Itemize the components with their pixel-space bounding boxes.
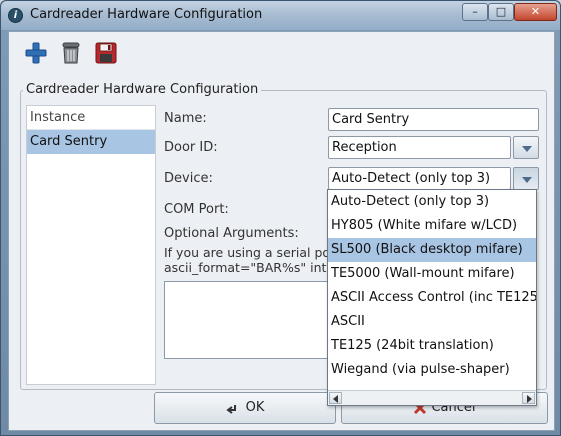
list-item[interactable]: Card Sentry bbox=[27, 130, 155, 154]
scroll-right-icon[interactable] bbox=[522, 392, 535, 404]
device-label: Device: bbox=[164, 171, 213, 186]
title-bar[interactable]: i Cardreader Hardware Configuration – □ … bbox=[1, 1, 560, 30]
floppy-disk-icon bbox=[95, 42, 117, 64]
dropdown-option[interactable]: ASCII bbox=[328, 310, 536, 334]
close-button[interactable]: ✕ bbox=[514, 3, 557, 21]
maximize-button[interactable]: □ bbox=[488, 3, 514, 21]
ok-label: OK bbox=[245, 400, 265, 415]
dropdown-option[interactable]: TE125 (24bit translation) bbox=[328, 334, 536, 358]
optional-args-textarea[interactable] bbox=[164, 281, 334, 359]
door-id-label: Door ID: bbox=[164, 140, 218, 155]
group-title: Cardreader Hardware Configuration bbox=[23, 82, 262, 97]
trash-can-icon bbox=[62, 42, 80, 64]
scroll-left-icon[interactable] bbox=[329, 392, 342, 404]
minimize-button[interactable]: – bbox=[462, 3, 488, 21]
device-dropdown-button[interactable] bbox=[513, 167, 539, 190]
instance-list[interactable]: Instance Card Sentry bbox=[26, 105, 156, 385]
ok-icon bbox=[225, 404, 236, 414]
door-id-dropdown-button[interactable] bbox=[513, 136, 539, 159]
app-icon: i bbox=[8, 8, 23, 23]
save-button[interactable] bbox=[93, 40, 119, 66]
device-dropdown-list[interactable]: Auto-Detect (only top 3) HY805 (White mi… bbox=[327, 189, 537, 406]
help-text-line2: ascii_format="BAR%s" int bbox=[164, 260, 327, 275]
dropdown-option[interactable]: Auto-Detect (only top 3) bbox=[328, 190, 536, 214]
plus-icon bbox=[25, 42, 47, 64]
delete-button[interactable] bbox=[58, 40, 84, 66]
dropdown-option[interactable]: ASCII Access Control (inc TE125) bbox=[328, 286, 536, 310]
window-title: Cardreader Hardware Configuration bbox=[30, 7, 263, 22]
dropdown-option[interactable]: HY805 (White mifare w/LCD) bbox=[328, 214, 536, 238]
dropdown-option[interactable]: Wiegand (via pulse-shaper) bbox=[328, 358, 536, 382]
dropdown-option-highlighted[interactable]: SL500 (Black desktop mifare) bbox=[328, 238, 536, 262]
ok-button[interactable]: OK bbox=[154, 392, 336, 424]
name-label: Name: bbox=[164, 111, 207, 126]
door-id-combo[interactable]: Reception bbox=[328, 136, 511, 159]
name-field[interactable]: Card Sentry bbox=[328, 108, 539, 131]
add-button[interactable] bbox=[23, 40, 49, 66]
toolbar bbox=[9, 32, 554, 72]
dropdown-option[interactable]: TE5000 (Wall-mount mifare) bbox=[328, 262, 536, 286]
help-text-line1: If you are using a serial po bbox=[164, 245, 331, 260]
optional-args-label: Optional Arguments: bbox=[164, 226, 299, 241]
horizontal-scrollbar[interactable] bbox=[328, 390, 536, 405]
list-header: Instance bbox=[27, 106, 155, 130]
com-port-label: COM Port: bbox=[164, 202, 229, 217]
device-combo[interactable]: Auto-Detect (only top 3) bbox=[328, 167, 511, 190]
